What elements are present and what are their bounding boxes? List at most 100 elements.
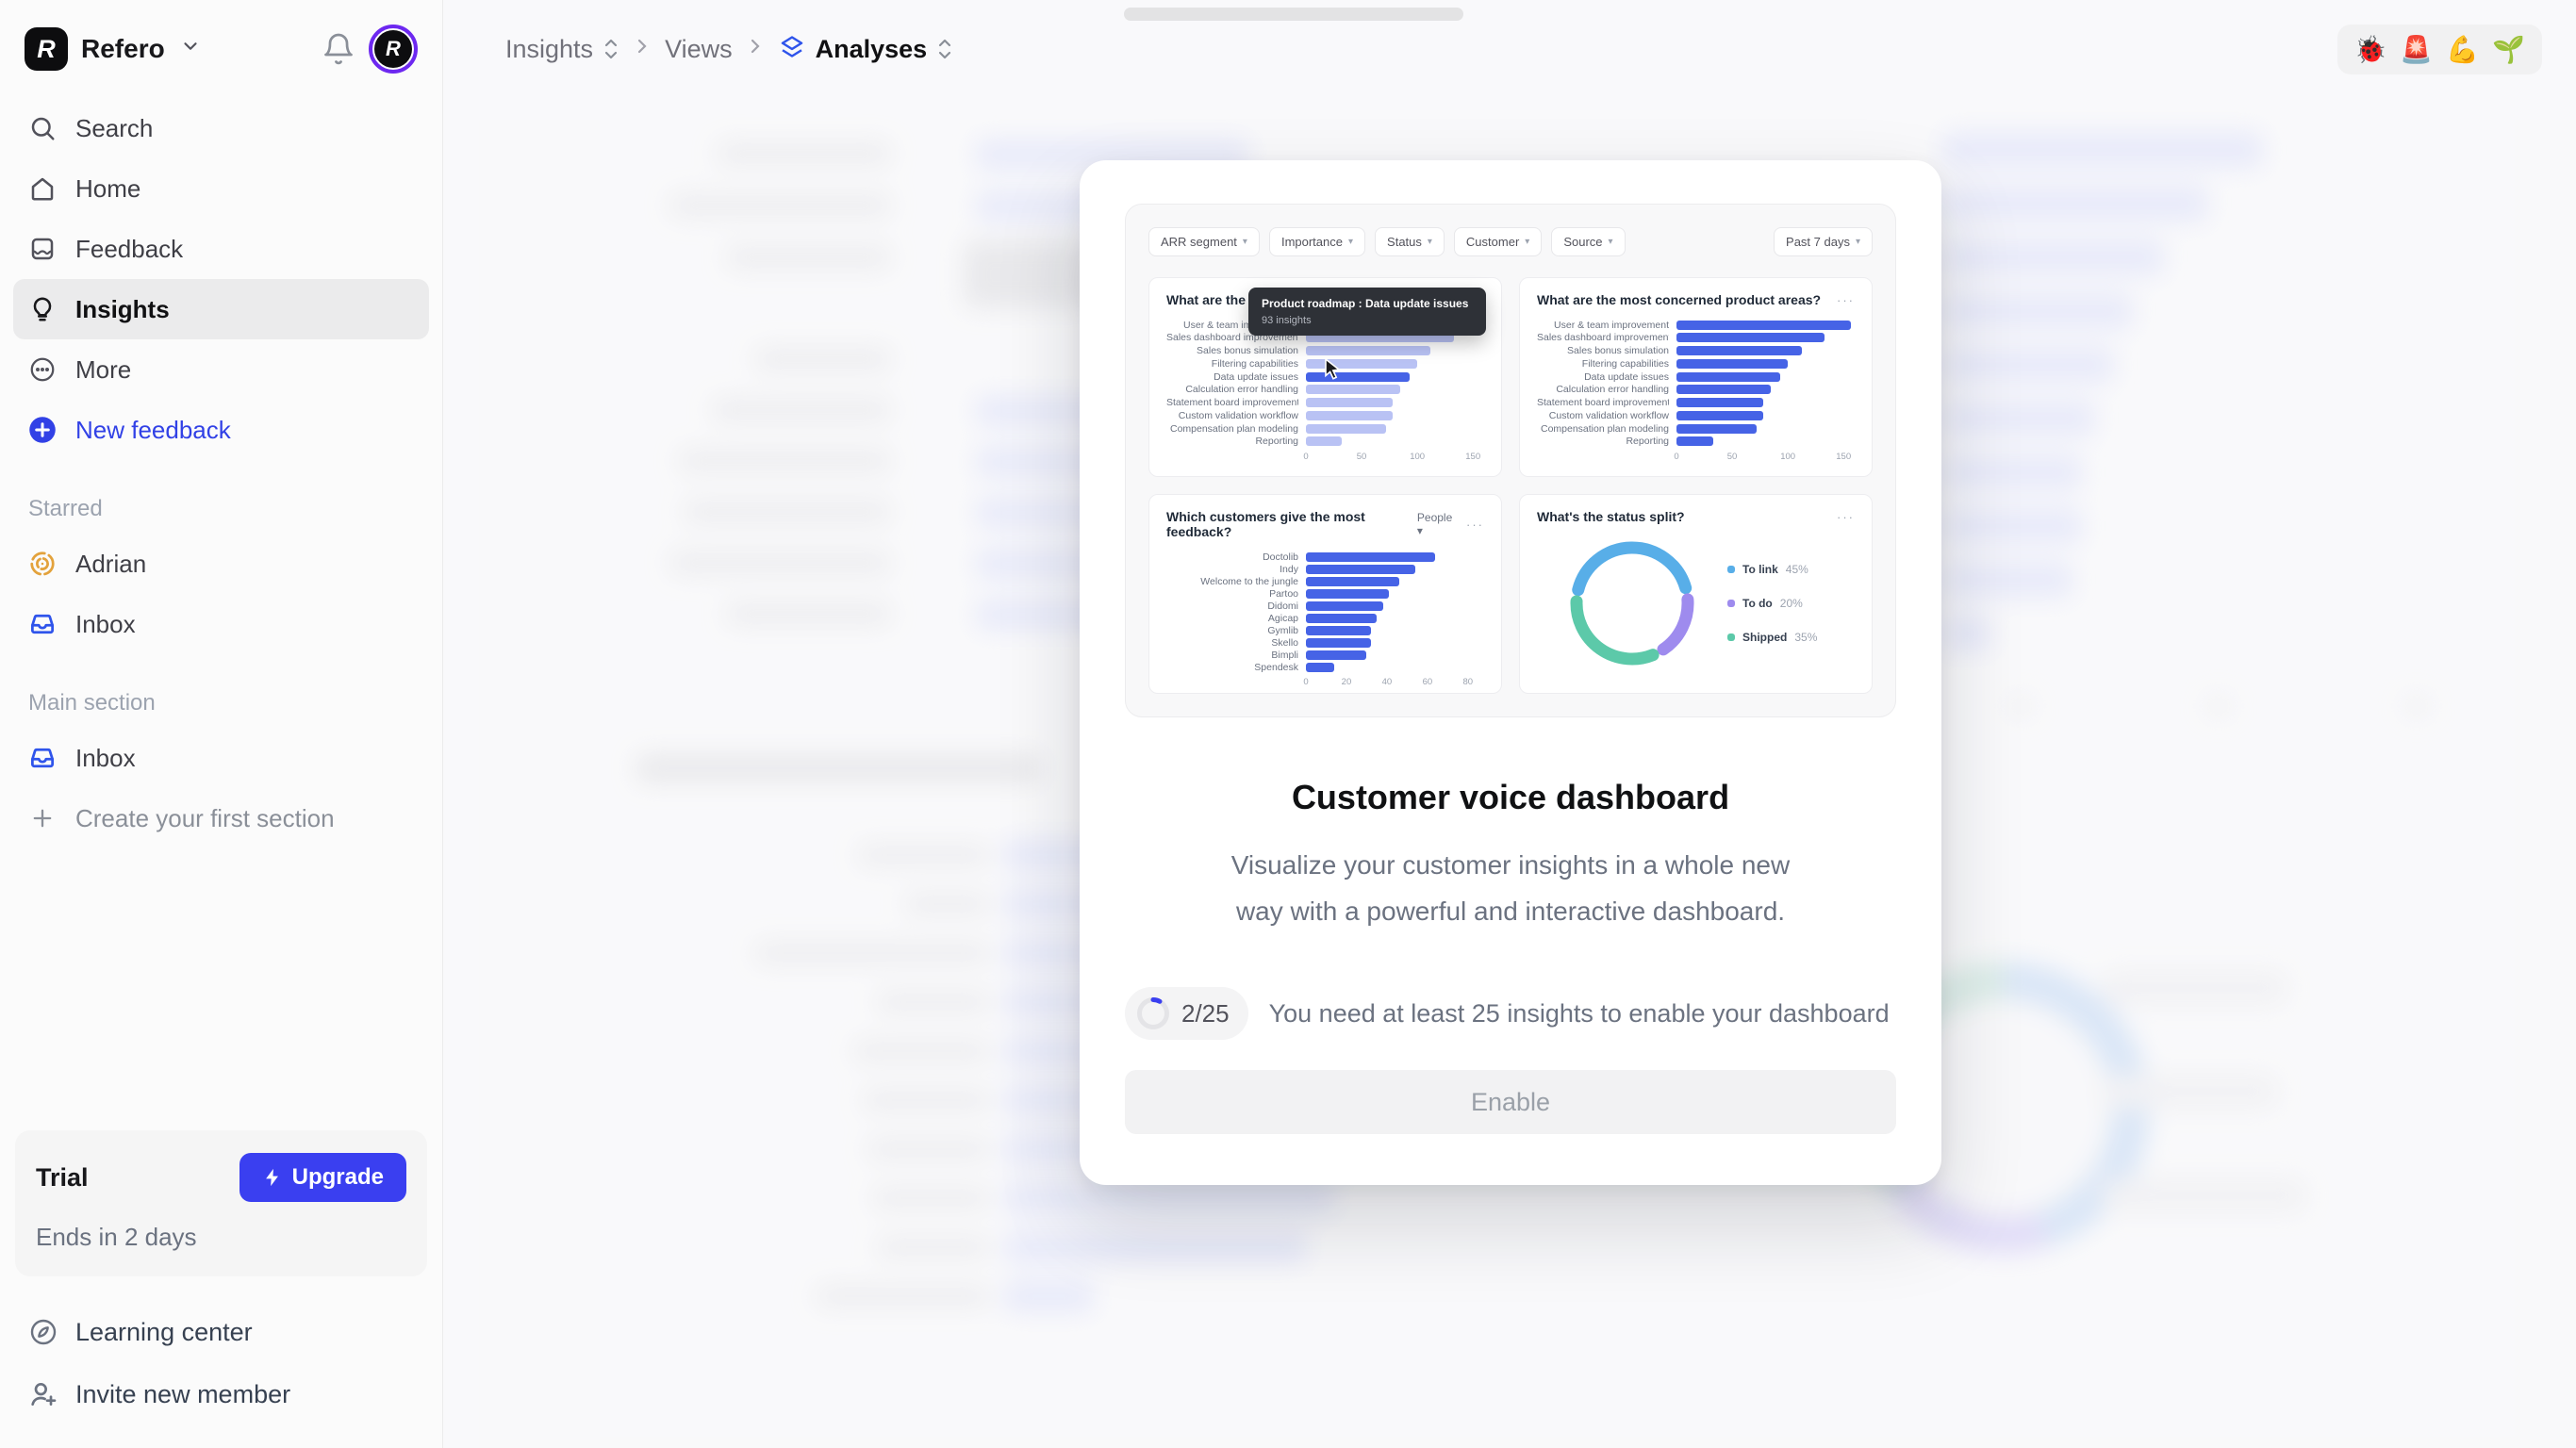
bar-row: Skello: [1166, 636, 1484, 649]
refero-logo: R: [25, 27, 68, 71]
emoji: 🐞: [2354, 34, 2387, 65]
progress-helper-text: You need at least 25 insights to enable …: [1269, 999, 1890, 1028]
bar-row: Welcome to the jungle: [1166, 575, 1484, 587]
chevron-right-icon: [748, 35, 763, 64]
chart-title: What are the most concerned product area…: [1537, 292, 1821, 307]
chart-menu-icon: ···: [1466, 518, 1484, 532]
section-label: Starred: [13, 496, 429, 522]
chart-menu-icon: ···: [1837, 293, 1855, 307]
invite-new-member-button[interactable]: Invite new member: [13, 1363, 429, 1425]
chart-menu-icon: ···: [1837, 510, 1855, 524]
bar-label: Gymlib: [1166, 625, 1298, 636]
emoji-reactions-pill[interactable]: 🐞🚨💪🌱: [2337, 25, 2543, 74]
enable-button[interactable]: Enable: [1125, 1070, 1896, 1134]
sidebar-item-label: Insights: [75, 295, 170, 324]
bar: [1676, 398, 1763, 407]
emoji: 💪: [2446, 34, 2479, 65]
bar-label: Data update issues: [1166, 371, 1298, 383]
preview-filter-status: Status▾: [1375, 227, 1445, 256]
bar-row: User & team improvement: [1537, 319, 1855, 331]
preview-chart-card: What are the most concerned product area…: [1519, 277, 1873, 477]
chevron-down-icon: ▾: [1856, 237, 1860, 247]
chart-tooltip: Product roadmap : Data update issues 93 …: [1248, 288, 1486, 336]
sidebar-item-label: Inbox: [75, 744, 136, 773]
bar-label: Calculation error handling: [1537, 384, 1669, 395]
bar-label: Custom validation workflow: [1537, 410, 1669, 421]
bar: [1306, 411, 1393, 420]
app-root: R Refero R SearchHomeFeedback Insights Mor…: [0, 0, 2576, 1448]
bar-label: Bimpli: [1166, 650, 1298, 661]
bar-row: Statement board improvement: [1166, 397, 1484, 409]
sidebar-item-search[interactable]: Search: [13, 98, 429, 158]
workspace-name[interactable]: Refero: [81, 34, 165, 64]
bar-row: Compensation plan modeling: [1537, 422, 1855, 435]
chart-title: Which customers give the most feedback?: [1166, 509, 1408, 539]
lightning-icon: [262, 1167, 283, 1188]
sidebar-item-label: More: [75, 355, 131, 385]
x-axis-ticks: 050100150: [1676, 452, 1855, 465]
notifications-bell-icon[interactable]: [322, 32, 355, 66]
chevron-down-icon[interactable]: [180, 36, 201, 62]
breadcrumb-views[interactable]: Views: [665, 35, 733, 64]
breadcrumb: Insights Views Analyses: [505, 33, 953, 65]
new-feedback-button[interactable]: New feedback: [13, 400, 429, 460]
bar-label: Reporting: [1166, 436, 1298, 447]
customer-voice-dashboard-modal: ARR segment▾Importance▾Status▾Customer▾S…: [1080, 160, 1941, 1185]
trial-card: Trial Upgrade Ends in 2 days: [15, 1130, 427, 1276]
chevron-down-icon: ▾: [1609, 237, 1613, 247]
inbox-blue-icon: [28, 744, 57, 772]
bar: [1306, 385, 1400, 394]
main-area: Insights Views Analyses: [443, 0, 2576, 1448]
footer-item-label: Invite new member: [75, 1380, 290, 1409]
bar: [1306, 626, 1371, 635]
sidebar-item-inbox[interactable]: Inbox: [13, 728, 429, 788]
bar-label: Indy: [1166, 564, 1298, 575]
bar: [1676, 321, 1851, 330]
mouse-cursor-icon: [1322, 357, 1343, 387]
breadcrumb-analyses[interactable]: Analyses: [778, 33, 954, 65]
bar-label: Filtering capabilities: [1537, 358, 1669, 370]
sidebar-item-more[interactable]: More: [13, 339, 429, 400]
bar: [1676, 385, 1771, 394]
create-section-button[interactable]: Create your first section: [13, 788, 429, 848]
bar-label: Reporting: [1537, 436, 1669, 447]
insights-icon: [28, 295, 57, 323]
preview-filter-source: Source▾: [1551, 227, 1625, 256]
plus-circle-icon: [28, 416, 57, 444]
breadcrumb-insights[interactable]: Insights: [505, 35, 619, 64]
bar: [1306, 663, 1334, 672]
chevron-down-icon: ▾: [1348, 237, 1353, 247]
progress-pill: 2/25: [1125, 987, 1248, 1040]
sidebar-item-home[interactable]: Home: [13, 158, 429, 219]
sidebar-item-adrian[interactable]: Adrian: [13, 534, 429, 594]
bar-row: Custom validation workflow: [1537, 409, 1855, 421]
bar-row: Sales bonus simulation: [1537, 345, 1855, 357]
bar-label: Sales bonus simulation: [1166, 345, 1298, 356]
upgrade-button[interactable]: Upgrade: [239, 1153, 406, 1202]
preview-filter-customer: Customer▾: [1454, 227, 1542, 256]
preview-chart-card: What's the status split?···To link45%To …: [1519, 494, 1873, 694]
inbox-blue-icon: [28, 610, 57, 638]
bar-row: Agicap: [1166, 612, 1484, 624]
bar-row: Filtering capabilities: [1537, 357, 1855, 370]
bar-row: Custom validation workflow: [1166, 409, 1484, 421]
bar-row: Reporting: [1537, 436, 1855, 448]
bar: [1676, 411, 1763, 420]
bar: [1306, 436, 1342, 446]
bar-row: Didomi: [1166, 600, 1484, 612]
progress-ring-icon: [1134, 995, 1172, 1032]
preview-filter-row: ARR segment▾Importance▾Status▾Customer▾S…: [1148, 227, 1873, 256]
user-avatar[interactable]: R: [369, 25, 418, 74]
bar-label: Sales bonus simulation: [1537, 345, 1669, 356]
sidebar-item-insights[interactable]: Insights: [13, 279, 429, 339]
legend-row: Shipped35%: [1727, 631, 1817, 644]
chevron-down-icon: ▾: [1243, 237, 1247, 247]
user-plus-icon: [28, 1379, 58, 1409]
sidebar-item-feedback[interactable]: Feedback: [13, 219, 429, 279]
sidebar-item-inbox[interactable]: Inbox: [13, 594, 429, 654]
donut-legend: To link45%To do20%Shipped35%: [1727, 563, 1817, 644]
bar: [1306, 589, 1389, 599]
chevron-right-icon: [635, 35, 650, 64]
learning-center-button[interactable]: Learning center: [13, 1301, 429, 1363]
bar: [1676, 436, 1713, 446]
